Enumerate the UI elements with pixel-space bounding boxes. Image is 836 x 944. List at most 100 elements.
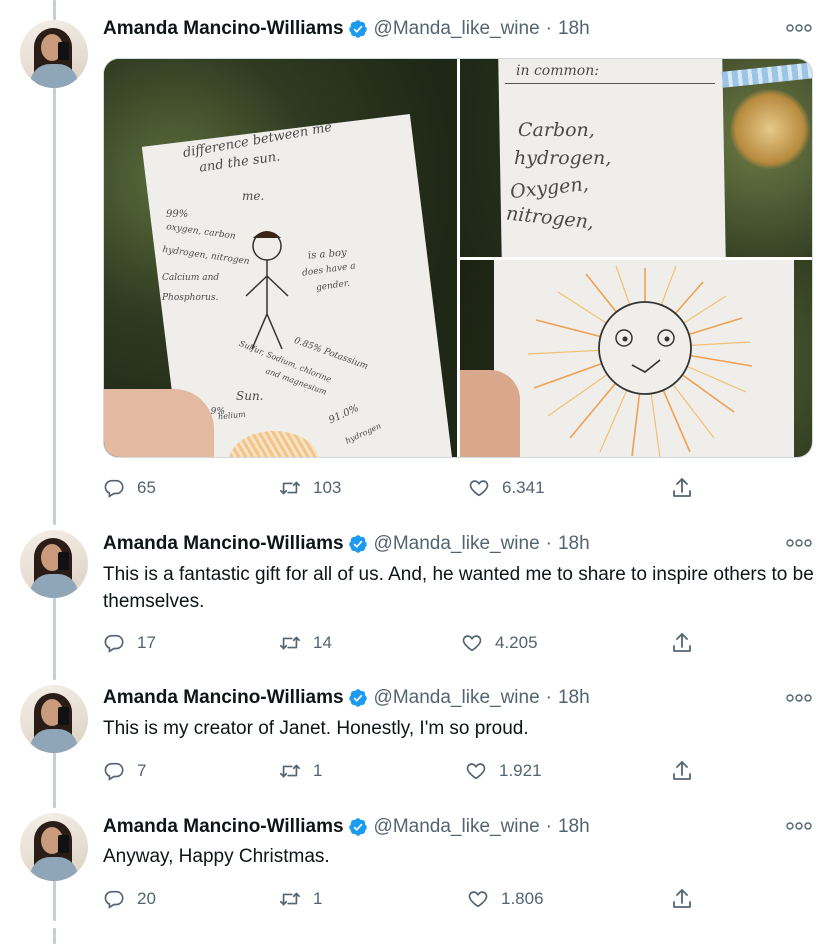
author-handle[interactable]: @Manda_like_wine [374, 533, 540, 555]
tweet-actions: 20 1 1.806 [103, 887, 703, 911]
retweet-count: 1 [313, 889, 323, 908]
like-button[interactable]: 4.205 [461, 631, 538, 655]
handwritten-text: me. [242, 189, 265, 203]
handwritten-text: Sun. [236, 389, 264, 403]
tweet-text: Anyway, Happy Christmas. [103, 846, 330, 867]
tweet-timestamp[interactable]: 18h [558, 687, 590, 709]
tweet-header: Amanda Mancino-Williams @Manda_like_wine… [103, 686, 590, 710]
retweet-icon [280, 764, 300, 778]
reply-button[interactable]: 20 [103, 887, 156, 911]
more-options-icon[interactable] [786, 820, 812, 832]
tweet[interactable]: Amanda Mancino-Williams @Manda_like_wine… [0, 0, 836, 515]
tweet-text: This is a fantastic gift for all of us. … [103, 564, 814, 612]
author-name[interactable]: Amanda Mancino-Williams [103, 816, 344, 838]
like-count: 4.205 [495, 633, 538, 652]
reply-count: 17 [137, 633, 156, 652]
heart-icon [466, 763, 486, 780]
verified-badge-icon [348, 535, 367, 553]
heart-icon [462, 635, 482, 652]
share-icon[interactable] [670, 476, 694, 500]
tweet-header: Amanda Mancino-Williams @Manda_like_wine… [103, 815, 590, 839]
tweet[interactable]: Amanda Mancino-Williams @Manda_like_wine… [0, 675, 836, 800]
share-icon[interactable] [670, 887, 694, 911]
reply-button[interactable]: 65 [103, 476, 156, 500]
reply-button[interactable]: 17 [103, 631, 156, 655]
author-avatar[interactable] [20, 813, 88, 881]
tweet-actions: 17 14 4.205 [103, 631, 703, 655]
verified-badge-icon [348, 818, 367, 836]
author-avatar[interactable] [20, 530, 88, 598]
author-avatar[interactable] [20, 685, 88, 753]
like-count: 6.341 [502, 478, 545, 497]
reply-button[interactable]: 7 [103, 759, 146, 783]
reply-count: 65 [137, 478, 156, 497]
tweet-actions: 65 103 6.341 [103, 476, 703, 500]
like-button[interactable]: 1.921 [465, 759, 542, 783]
blue-ribbon [721, 62, 812, 88]
retweet-count: 1 [313, 761, 323, 780]
reply-icon [104, 762, 124, 781]
handwritten-text: Calcium and [162, 273, 220, 283]
retweet-icon [280, 892, 300, 906]
reply-count: 7 [137, 761, 147, 780]
reply-icon [104, 634, 124, 653]
author-name[interactable]: Amanda Mancino-Williams [103, 533, 344, 555]
hand-holding-card [460, 370, 520, 457]
share-icon[interactable] [670, 631, 694, 655]
verified-badge-icon [348, 689, 367, 707]
retweet-button[interactable]: 14 [279, 631, 332, 655]
stick-figure-drawing [245, 231, 289, 350]
tweet[interactable]: Amanda Mancino-Williams @Manda_like_wine… [0, 520, 836, 670]
reply-icon [104, 890, 124, 909]
author-name[interactable]: Amanda Mancino-Williams [103, 687, 344, 709]
handwritten-text: Phosphorus. [162, 293, 219, 303]
retweet-count: 14 [313, 633, 332, 652]
tweet-actions: 7 1 1.921 [103, 759, 703, 783]
separator: · [545, 816, 552, 837]
verified-badge-icon [348, 20, 367, 38]
retweet-button[interactable]: 1 [279, 887, 322, 911]
photo-grid[interactable]: difference between me and the sun. me. 9… [103, 58, 813, 458]
like-count: 1.806 [501, 889, 544, 908]
separator: · [545, 687, 552, 708]
reply-count: 20 [137, 889, 156, 908]
smiling-sun-drawing [527, 265, 753, 457]
handwritten-text: hydrogen, [514, 147, 612, 169]
reply-icon [104, 479, 124, 498]
photo-me-and-sun-card[interactable]: difference between me and the sun. me. 9… [104, 59, 457, 457]
more-options-icon[interactable] [786, 692, 812, 704]
handwritten-text: 99% [166, 209, 189, 220]
separator: · [545, 18, 552, 39]
handwritten-text: Carbon, [518, 119, 595, 141]
author-handle[interactable]: @Manda_like_wine [374, 18, 540, 40]
like-button[interactable]: 6.341 [468, 476, 545, 500]
tweet-timestamp[interactable]: 18h [558, 533, 590, 555]
retweet-button[interactable]: 103 [279, 476, 341, 500]
tweet-text: This is my creator of Janet. Honestly, I… [103, 718, 529, 739]
author-avatar[interactable] [20, 20, 88, 88]
like-count: 1.921 [499, 761, 542, 780]
author-handle[interactable]: @Manda_like_wine [374, 816, 540, 838]
retweet-icon [280, 636, 300, 650]
heart-icon [469, 480, 489, 497]
retweet-button[interactable]: 1 [279, 759, 322, 783]
separator: · [545, 533, 552, 554]
tweet[interactable]: Amanda Mancino-Williams @Manda_like_wine… [0, 803, 836, 944]
author-handle[interactable]: @Manda_like_wine [374, 687, 540, 709]
tweet-timestamp[interactable]: 18h [558, 18, 590, 40]
handwritten-text: in common: [516, 63, 599, 79]
hand-holding-card [104, 389, 214, 457]
gold-ornament [730, 89, 810, 169]
tweet-timestamp[interactable]: 18h [558, 816, 590, 838]
heart-icon [468, 891, 488, 908]
like-button[interactable]: 1.806 [467, 887, 544, 911]
share-icon[interactable] [670, 759, 694, 783]
more-options-icon[interactable] [786, 22, 812, 34]
tweet-header: Amanda Mancino-Williams @Manda_like_wine… [103, 532, 590, 556]
tweet-header: Amanda Mancino-Williams @Manda_like_wine… [103, 17, 590, 41]
author-name[interactable]: Amanda Mancino-Williams [103, 18, 344, 40]
retweet-count: 103 [313, 478, 342, 497]
photo-smiling-sun-card[interactable] [460, 260, 812, 457]
photo-in-common-card[interactable]: in common: Carbon, hydrogen, Oxygen, nit… [460, 59, 812, 257]
more-options-icon[interactable] [786, 537, 812, 549]
